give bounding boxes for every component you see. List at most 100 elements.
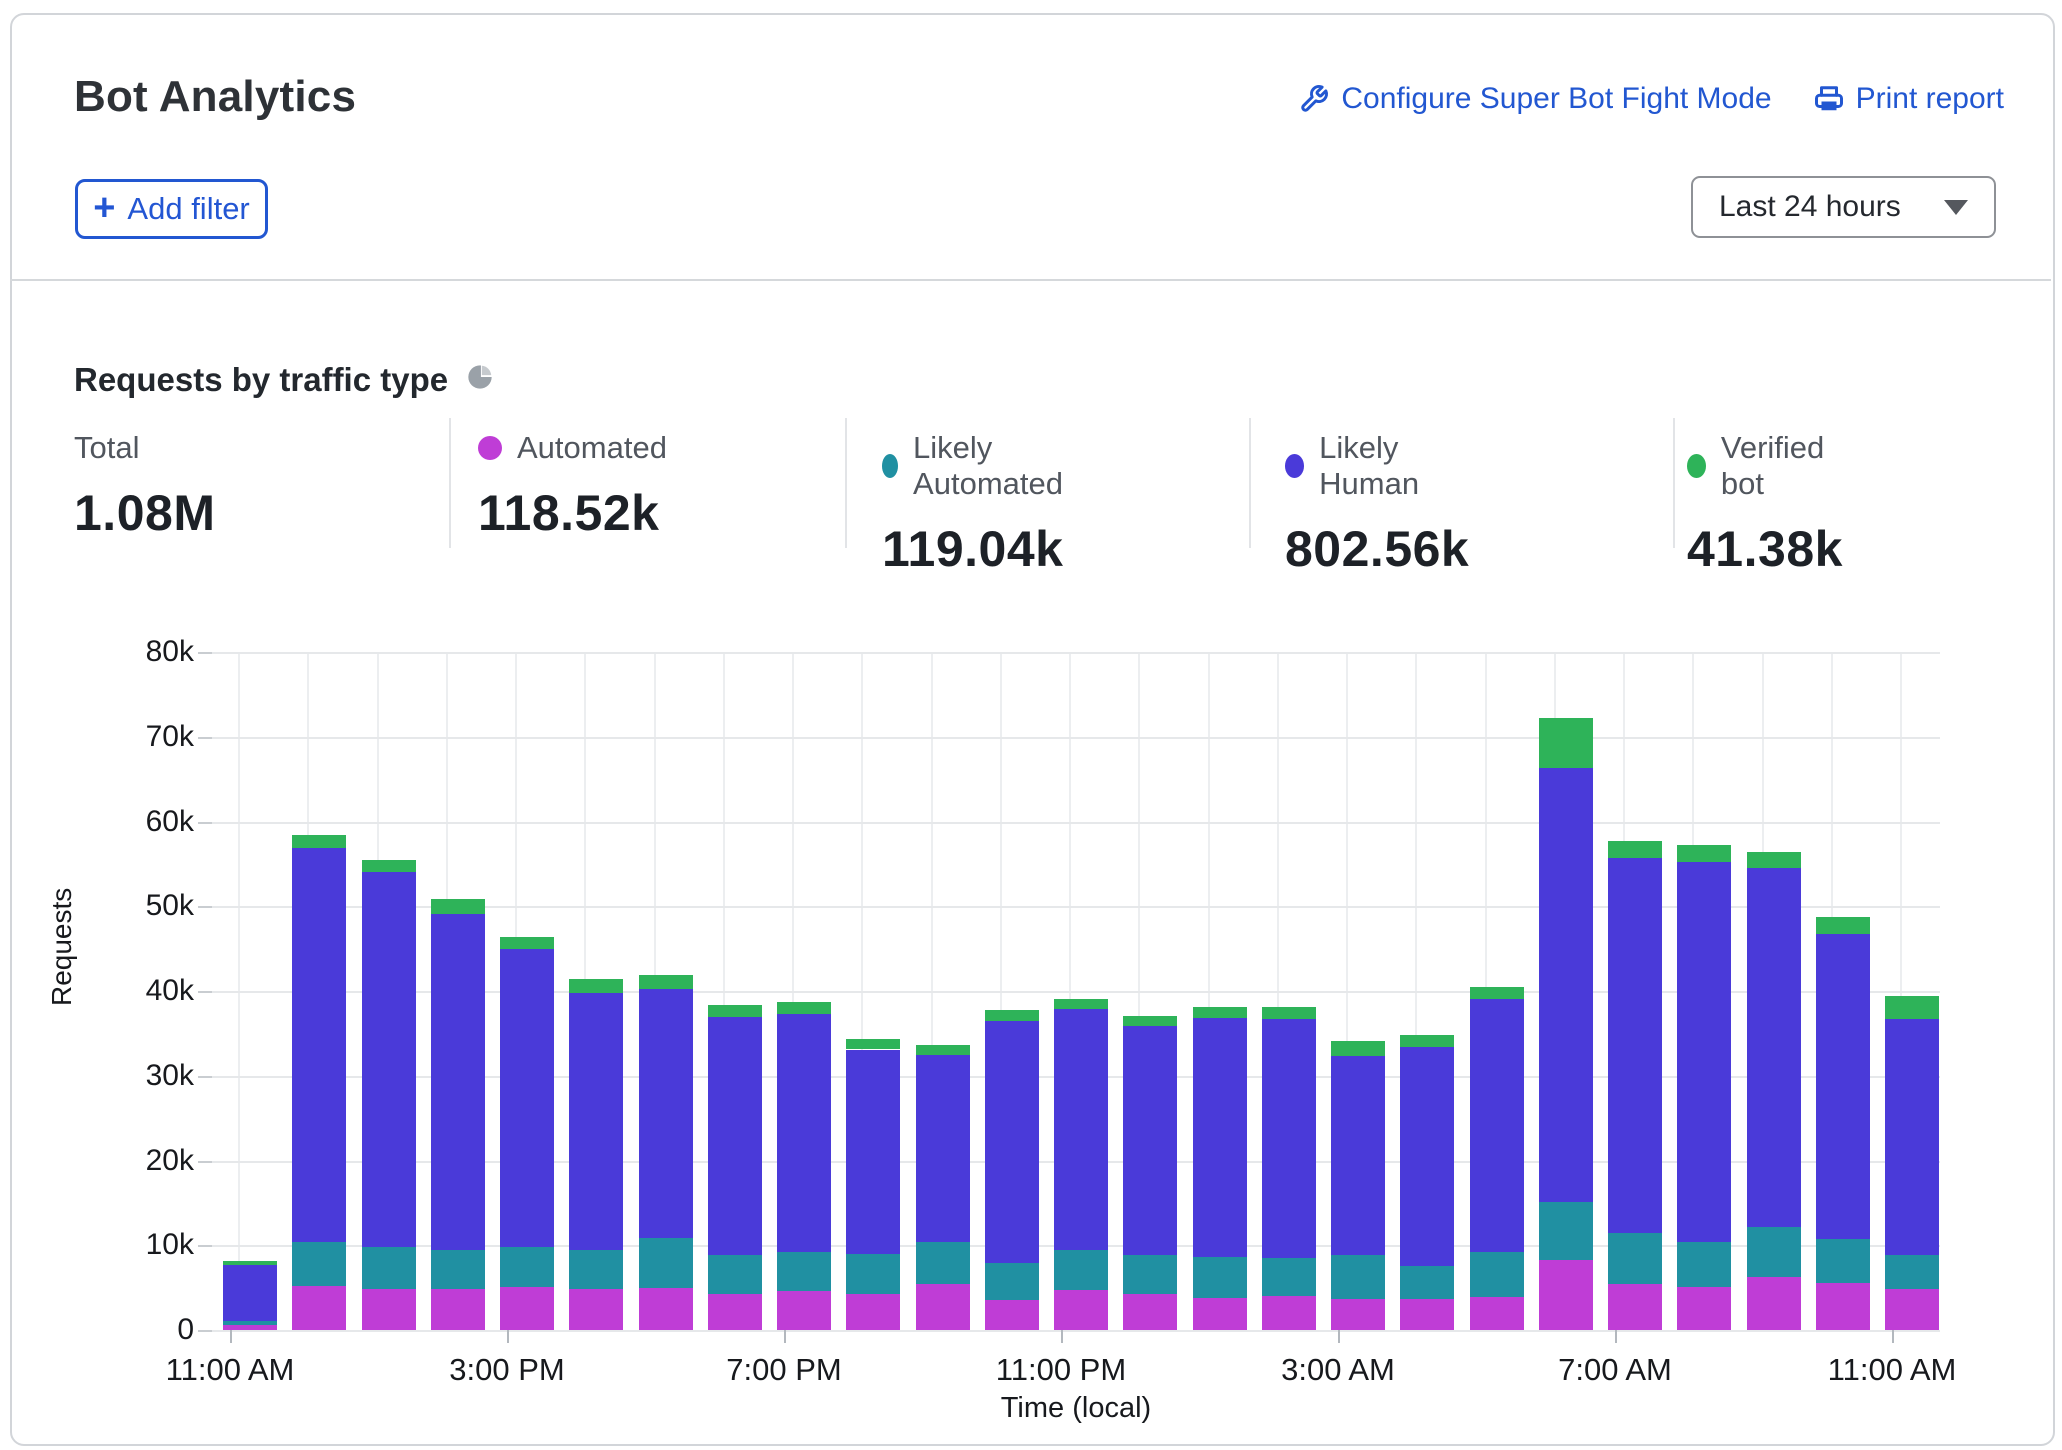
stat-label: Automated [517, 430, 667, 466]
bar-4-am[interactable] [1400, 1035, 1454, 1330]
y-tick-label: 10k [104, 1228, 194, 1262]
bar-segment-likely-human [1885, 1019, 1939, 1255]
bar-6-am[interactable] [1539, 718, 1593, 1330]
stat-label: Total [74, 430, 139, 466]
print-report-link[interactable]: Print report [1814, 82, 2004, 116]
bar-segment-verified-bot [916, 1045, 970, 1054]
bar-segment-likely-human [1123, 1026, 1177, 1256]
configure-link-label: Configure Super Bot Fight Mode [1341, 82, 1771, 116]
bar-segment-automated [916, 1284, 970, 1330]
bar-segment-verified-bot [639, 975, 693, 989]
bar-segment-likely-human [1054, 1009, 1108, 1251]
bar-segment-likely-automated [985, 1263, 1039, 1299]
printer-icon [1814, 84, 1844, 114]
legend-dot-automated [478, 436, 502, 460]
bar-segment-likely-automated [639, 1238, 693, 1288]
bar-segment-automated [1470, 1297, 1524, 1330]
bar-9-am[interactable] [1747, 852, 1801, 1330]
header-links: Configure Super Bot Fight Mode Print rep… [1299, 82, 2004, 116]
bar-3-am[interactable] [1331, 1041, 1385, 1330]
bar-segment-likely-automated [1539, 1202, 1593, 1260]
bar-segment-automated [1608, 1284, 1662, 1330]
bar-segment-automated [777, 1291, 831, 1330]
bar-segment-automated [639, 1288, 693, 1330]
bar-segment-likely-automated [1677, 1242, 1731, 1287]
x-axis-tick [1892, 1330, 1894, 1343]
stat-label-row: Likely Human [1285, 430, 1469, 502]
bar-segment-automated [1331, 1299, 1385, 1330]
bar-segment-likely-human [1539, 768, 1593, 1202]
horizontal-gridline [212, 652, 1940, 654]
bar-5-am[interactable] [1470, 987, 1524, 1330]
bar-segment-automated [1262, 1296, 1316, 1330]
bar-12-am[interactable] [1123, 1016, 1177, 1330]
x-axis-tick [230, 1330, 232, 1343]
header-divider [10, 279, 2051, 281]
configure-super-bot-fight-mode-link[interactable]: Configure Super Bot Fight Mode [1299, 82, 1771, 116]
y-tick-label: 60k [104, 805, 194, 839]
x-tick-label: 11:00 AM [120, 1352, 340, 1388]
bar-8-am[interactable] [1677, 845, 1731, 1330]
bar-segment-likely-human [1331, 1056, 1385, 1255]
bar-11-am[interactable] [223, 1261, 277, 1330]
bar-7-am[interactable] [1608, 841, 1662, 1330]
bar-4-pm[interactable] [569, 979, 623, 1330]
y-axis-tick [198, 906, 212, 908]
bar-segment-verified-bot [1816, 917, 1870, 934]
y-tick-label: 50k [104, 889, 194, 923]
bar-segment-likely-human [1816, 934, 1870, 1239]
bar-segment-likely-human [1677, 862, 1731, 1242]
x-tick-label: 11:00 PM [951, 1352, 1171, 1388]
bar-segment-likely-automated [708, 1255, 762, 1294]
bar-segment-likely-automated [1470, 1252, 1524, 1297]
bar-1-pm[interactable] [362, 860, 416, 1330]
stat-label-row: Automated [478, 430, 667, 466]
time-range-select[interactable]: Last 24 hours [1691, 176, 1996, 238]
x-axis-tick [1061, 1330, 1063, 1343]
bar-segment-verified-bot [500, 937, 554, 950]
bar-segment-verified-bot [223, 1261, 277, 1265]
bar-10-am[interactable] [1816, 917, 1870, 1330]
bar-8-pm[interactable] [846, 1039, 900, 1330]
y-tick-label: 30k [104, 1059, 194, 1093]
horizontal-gridline [212, 822, 1940, 824]
section-heading: Requests by traffic type [74, 361, 494, 399]
bar-segment-likely-automated [431, 1250, 485, 1290]
bar-segment-verified-bot [1747, 852, 1801, 868]
bar-7-pm[interactable] [777, 1002, 831, 1330]
bar-segment-likely-human [1470, 999, 1524, 1252]
bar-6-pm[interactable] [708, 1005, 762, 1330]
bar-9-pm[interactable] [916, 1045, 970, 1330]
stat-automated: Automated118.52k [478, 430, 667, 542]
bar-11-pm[interactable] [1054, 999, 1108, 1330]
bar-segment-verified-bot [292, 835, 346, 848]
y-tick-label: 0 [104, 1313, 194, 1347]
bar-3-pm[interactable] [500, 937, 554, 1330]
bar-segment-likely-automated [1193, 1257, 1247, 1298]
bar-12-pm[interactable] [292, 835, 346, 1330]
bar-10-pm[interactable] [985, 1010, 1039, 1330]
bar-segment-verified-bot [1400, 1035, 1454, 1047]
horizontal-gridline [212, 1330, 1940, 1332]
stat-likely-human: Likely Human802.56k [1285, 430, 1469, 578]
horizontal-gridline [212, 737, 1940, 739]
bar-segment-automated [1123, 1294, 1177, 1330]
bar-1-am[interactable] [1193, 1007, 1247, 1330]
bar-5-pm[interactable] [639, 975, 693, 1330]
x-tick-label: 7:00 AM [1505, 1352, 1725, 1388]
bar-2-pm[interactable] [431, 899, 485, 1330]
bar-segment-likely-human [985, 1021, 1039, 1263]
stat-divider [1249, 418, 1251, 548]
bar-segment-verified-bot [985, 1010, 1039, 1021]
page-title: Bot Analytics [74, 72, 356, 122]
bar-segment-automated [1539, 1260, 1593, 1330]
bar-segment-automated [1885, 1289, 1939, 1330]
add-filter-button[interactable]: + Add filter [75, 179, 268, 239]
bar-segment-likely-automated [1885, 1255, 1939, 1289]
bar-segment-likely-automated [1262, 1258, 1316, 1296]
bar-11-am[interactable] [1885, 996, 1939, 1330]
y-tick-label: 80k [104, 635, 194, 669]
bar-segment-likely-automated [569, 1250, 623, 1289]
bar-segment-likely-human [1400, 1047, 1454, 1267]
bar-2-am[interactable] [1262, 1007, 1316, 1330]
